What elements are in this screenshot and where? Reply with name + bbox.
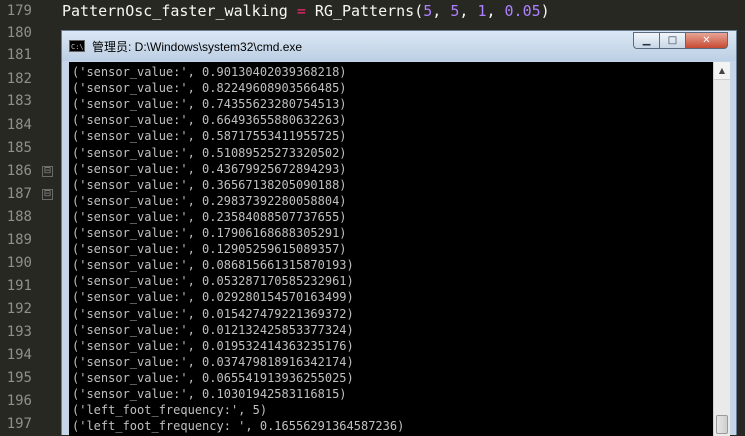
line-number-gutter: 179 180 181 182 183 184 185 186 187 188 … <box>0 0 60 435</box>
line-number: 184 <box>6 117 32 133</box>
number-literal: 5 <box>423 2 433 20</box>
console-line: ('sensor_value:', 0.012132425853377324) <box>72 322 354 337</box>
scrollbar-thumb[interactable] <box>716 415 728 434</box>
console-line: ('left_foot_frequency: ', 0.165562913645… <box>72 419 405 434</box>
line-number: 183 <box>6 93 32 109</box>
line-number: 192 <box>6 301 32 317</box>
scroll-up-arrow-icon[interactable]: ▲ <box>714 62 730 80</box>
maximize-button[interactable]: □ <box>659 32 685 49</box>
console-line: ('sensor_value:', 0.086815661315870193) <box>72 258 354 273</box>
fold-toggle[interactable]: ⊟ <box>42 189 53 200</box>
line-number: 182 <box>6 71 32 87</box>
code-line-179[interactable]: PatternOsc_faster_walking = RG_Patterns(… <box>62 0 550 22</box>
console-line: ('sensor_value:', 0.12905259615089357) <box>72 242 347 257</box>
console-line: ('sensor_value:', 0.037479818916342174) <box>72 354 354 369</box>
console-line: ('sensor_value:', 0.23584088507737655) <box>72 209 347 224</box>
console-line: ('sensor_value:', 0.17906168688305291) <box>72 226 347 240</box>
console-line: ('sensor_value:', 0.36567138205090188) <box>72 177 347 192</box>
window-title: 管理员: D:\Windows\system32\cmd.exe <box>92 40 303 54</box>
line-number: 187 <box>6 186 32 202</box>
cmd-window[interactable]: C:\ 管理员: D:\Windows\system32\cmd.exe ▁ □… <box>61 30 737 436</box>
console-line: ('sensor_value:', 0.053287170585232961) <box>72 274 354 289</box>
line-number: 185 <box>6 140 32 156</box>
close-button[interactable]: ✕ <box>685 32 728 49</box>
fold-toggle[interactable]: ⊟ <box>42 166 53 177</box>
line-number: 196 <box>6 393 32 409</box>
console-line: ('sensor_value:', 0.58717553411955725) <box>72 129 347 144</box>
line-number: 195 <box>6 370 32 386</box>
comma: , <box>459 2 478 20</box>
console-line: ('sensor_value:', 0.66493655880632263) <box>72 113 347 128</box>
comma: , <box>486 2 505 20</box>
console-line: ('sensor_value:', 0.015427479221369372) <box>72 306 354 321</box>
console-line: ('left_foot_frequency:', 5) <box>72 403 268 418</box>
close-paren: ) <box>540 2 550 20</box>
function-call: RG_Patterns( <box>314 2 424 20</box>
cmd-titlebar[interactable]: C:\ 管理员: D:\Windows\system32\cmd.exe ▁ □… <box>62 31 736 61</box>
window-controls: ▁ □ ✕ <box>633 32 728 50</box>
cmd-app-icon[interactable]: C:\ <box>69 40 85 52</box>
minimize-button[interactable]: ▁ <box>633 32 659 49</box>
line-number: 188 <box>6 209 32 225</box>
line-number: 179 <box>6 3 32 19</box>
line-number: 186 <box>6 163 32 179</box>
number-literal: 0.05 <box>504 2 541 20</box>
console-line: ('sensor_value:', 0.29837392280058804) <box>72 193 347 208</box>
line-number: 180 <box>6 25 32 41</box>
line-number: 193 <box>6 324 32 340</box>
line-number: 190 <box>6 255 32 271</box>
console-output[interactable]: ('sensor_value:', 0.90130402039368218) ('… <box>69 62 713 436</box>
console-line: ('sensor_value:', 0.51089525273320502) <box>72 145 347 160</box>
line-number: 191 <box>6 278 32 294</box>
comma: , <box>432 2 451 20</box>
console-line: ('sensor_value:', 0.10301942583116815) <box>72 387 347 401</box>
console-line: ('sensor_value:', 0.90130402039368218) <box>72 65 347 79</box>
vertical-scrollbar[interactable]: ▲ <box>713 62 730 436</box>
line-number: 194 <box>6 347 32 363</box>
console-line: ('sensor_value:', 0.019532414363235176) <box>72 338 354 353</box>
line-number: 197 <box>6 416 32 432</box>
assign-operator: = <box>296 2 306 20</box>
variable-name: PatternOsc_faster_walking <box>62 2 288 20</box>
console-line: ('sensor_value:', 0.029280154570163499) <box>72 290 354 305</box>
console-line: ('sensor_value:', 0.74355623280754513) <box>72 97 347 112</box>
console-line: ('sensor_value:', 0.43679925672894293) <box>72 161 347 176</box>
line-number: 181 <box>6 47 32 63</box>
console-line: ('sensor_value:', 0.065541913936255025) <box>72 370 354 385</box>
console-line: ('sensor_value:', 0.82249608903566485) <box>72 81 347 96</box>
line-number: 189 <box>6 232 32 248</box>
